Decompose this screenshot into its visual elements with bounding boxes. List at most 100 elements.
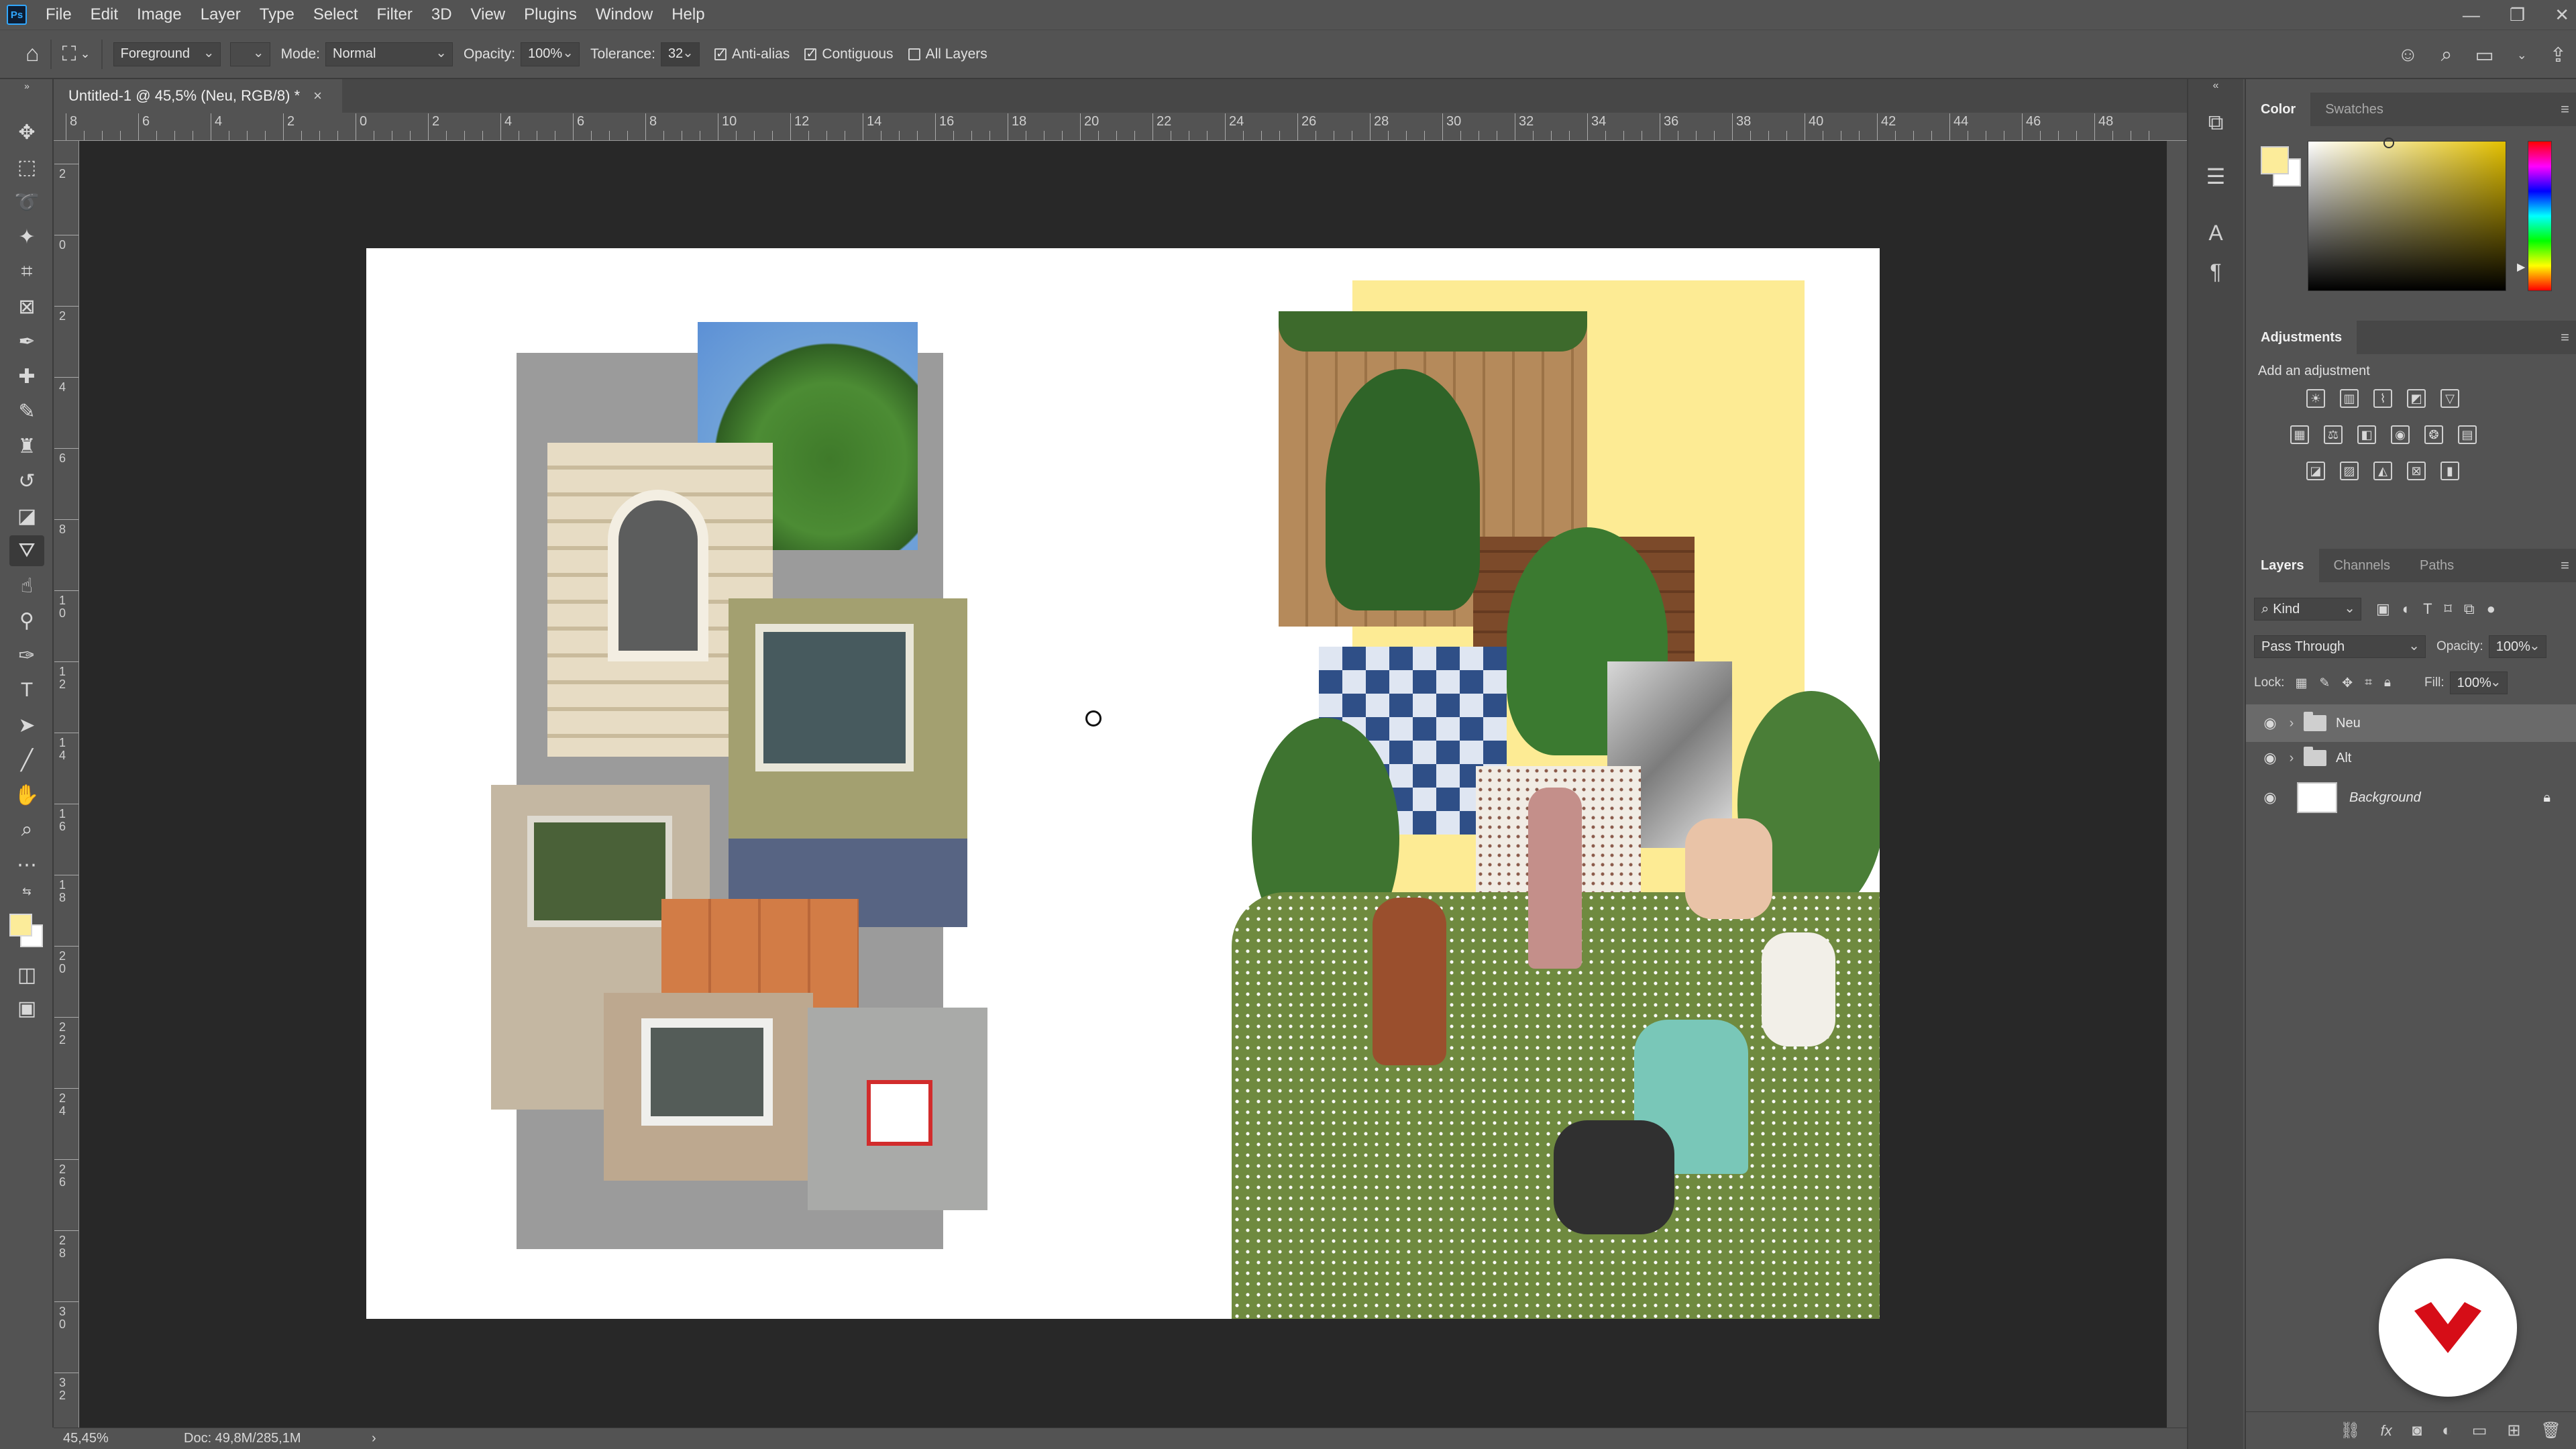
layer-row-background[interactable]: ◉ Background 🔒︎ [2246,777,2576,818]
type-tool-icon[interactable]: T [9,675,44,706]
contiguous-checkbox[interactable]: Contiguous [804,46,894,62]
cloud-user-icon[interactable]: ☺ [2398,44,2418,66]
blend-mode-dropdown[interactable]: Pass Through [2254,635,2426,658]
layer-opacity-field[interactable]: 100% [2488,635,2546,658]
filter-toggle-icon[interactable]: ● [2487,600,2496,618]
search-icon[interactable]: ⌕ [2441,44,2453,66]
paragraph-panel-icon[interactable]: ¶ [2200,256,2231,287]
workspace-chevron-icon[interactable]: ⌄ [2517,48,2527,62]
screen-mode-icon[interactable]: ▣ [9,993,44,1024]
hue-saturation-icon[interactable]: ▦ [2290,425,2309,444]
color-balance-icon[interactable]: ⚖ [2324,425,2343,444]
menu-window[interactable]: Window [586,0,662,30]
panel-menu-icon[interactable]: ≡ [2561,329,2569,346]
collapse-toolbar-icon[interactable]: » [9,79,44,93]
tolerance-field[interactable]: 32 [660,42,700,66]
menu-image[interactable]: Image [127,0,191,30]
threshold-icon[interactable]: ◭ [2373,462,2392,480]
layer-row-alt[interactable]: ◉ › Alt [2246,739,2576,777]
paint-bucket-tool-icon[interactable]: ⛛ [9,535,44,566]
color-picker-cursor[interactable] [2383,138,2394,148]
color-lookup-icon[interactable]: ▤ [2458,425,2477,444]
eyedropper-tool-icon[interactable]: ✒ [9,326,44,357]
home-icon[interactable]: ⌂ [25,41,40,67]
more-tools-icon[interactable]: ⋯ [9,849,44,880]
menu-select[interactable]: Select [304,0,368,30]
share-icon[interactable]: ⇪ [2550,44,2567,67]
history-panel-icon[interactable]: ⧉ [2200,107,2231,138]
smudge-tool-icon[interactable]: ☝ [9,570,44,601]
workspace-icon[interactable]: ▭ [2475,44,2493,67]
gradient-map-icon[interactable]: ▮ [2440,462,2459,480]
menu-type[interactable]: Type [250,0,304,30]
posterize-icon[interactable]: ▨ [2340,462,2359,480]
quick-mask-icon[interactable]: ◫ [9,959,44,990]
delete-layer-icon[interactable]: 🗑︎ [2541,1421,2561,1440]
mode-dropdown[interactable]: Normal [325,42,453,66]
menu-layer[interactable]: Layer [191,0,250,30]
swap-colors-icon[interactable]: ⇆ [9,884,44,899]
visibility-eye-icon[interactable]: ◉ [2257,714,2284,732]
channel-mixer-icon[interactable]: ❂ [2424,425,2443,444]
color-foreground-swatch[interactable] [2261,146,2289,174]
lock-all-icon[interactable]: 🔒︎ [2384,676,2391,690]
dodge-tool-icon[interactable]: ⚲ [9,605,44,636]
close-tab-icon[interactable]: × [313,87,322,105]
hand-tool-icon[interactable]: ✋ [9,780,44,810]
tab-adjustments[interactable]: Adjustments [2246,321,2357,354]
crop-tool-icon[interactable]: ⌗ [9,256,44,287]
menu-3d[interactable]: 3D [422,0,462,30]
restore-button[interactable]: ❐ [2510,5,2525,25]
path-selection-tool-icon[interactable]: ➤ [9,710,44,741]
menu-filter[interactable]: Filter [368,0,422,30]
selective-color-icon[interactable]: ⊠ [2407,462,2426,480]
magic-wand-tool-icon[interactable]: ✦ [9,221,44,252]
canvas-area[interactable] [79,141,2167,1428]
expand-group-chevron-icon[interactable]: › [2284,716,2300,731]
zoom-level[interactable]: 45,45% [63,1431,164,1446]
vertical-scrollbar[interactable] [2167,141,2187,1428]
brightness-contrast-icon[interactable]: ☀ [2306,389,2325,408]
history-brush-tool-icon[interactable]: ↺ [9,466,44,496]
expand-group-chevron-icon[interactable]: › [2284,751,2300,766]
lasso-tool-icon[interactable]: ➰ [9,186,44,217]
invert-icon[interactable]: ◪ [2306,462,2325,480]
hue-slider[interactable] [2528,141,2552,291]
panel-menu-icon[interactable]: ≡ [2561,101,2569,118]
opacity-field[interactable]: 100% [521,42,580,66]
lock-artboard-icon[interactable]: ⌗ [2365,676,2372,690]
filter-type-icon[interactable]: T [2423,600,2432,618]
menu-plugins[interactable]: Plugins [515,0,586,30]
filter-adjustment-icon[interactable]: ◐ [2402,600,2411,618]
status-menu-arrow-icon[interactable]: › [372,1431,376,1446]
document-tab[interactable]: Untitled-1 @ 45,5% (Neu, RGB/8) * × [54,79,342,113]
tab-channels[interactable]: Channels [2319,549,2406,582]
healing-brush-tool-icon[interactable]: ✚ [9,361,44,392]
layer-row-neu[interactable]: ◉ › Neu [2246,704,2576,742]
lock-transparent-icon[interactable]: ▦ [2295,676,2307,691]
add-mask-icon[interactable]: ◙ [2412,1421,2422,1440]
fill-field[interactable]: 100% [2449,672,2508,694]
foreground-color-swatch[interactable] [9,914,32,936]
exposure-icon[interactable]: ◩ [2407,389,2426,408]
tab-layers[interactable]: Layers [2246,549,2319,582]
close-window-button[interactable]: ✕ [2555,5,2569,25]
fill-source-dropdown[interactable]: Foreground [113,42,221,66]
filter-smart-object-icon[interactable]: ⧉ [2464,600,2475,618]
menu-file[interactable]: File [36,0,81,30]
eraser-tool-icon[interactable]: ◪ [9,500,44,531]
pen-tool-icon[interactable]: ✑ [9,640,44,671]
photo-filter-icon[interactable]: ◉ [2391,425,2410,444]
horizontal-ruler[interactable]: 8 6 4 2 0 2 4 6 8 10 12 14 16 18 20 22 24 26 28 30 32 34 36 38 4… [54,113,2187,141]
paint-bucket-preset-icon[interactable]: ⛶ [62,43,76,66]
panel-menu-icon[interactable]: ≡ [2561,557,2569,574]
new-layer-icon[interactable]: ⊞ [2507,1421,2520,1440]
lock-position-icon[interactable]: ✥ [2342,676,2353,691]
lock-image-icon[interactable]: ✎ [2319,676,2330,691]
marquee-tool-icon[interactable]: ⬚ [9,152,44,182]
layer-filter-kind-dropdown[interactable]: ⌕ Kind [2254,598,2361,621]
clone-stamp-tool-icon[interactable]: ♜ [9,431,44,462]
filter-pixel-icon[interactable]: ▣ [2376,600,2390,618]
pattern-picker[interactable] [229,42,270,66]
frame-tool-icon[interactable]: ⊠ [9,291,44,322]
